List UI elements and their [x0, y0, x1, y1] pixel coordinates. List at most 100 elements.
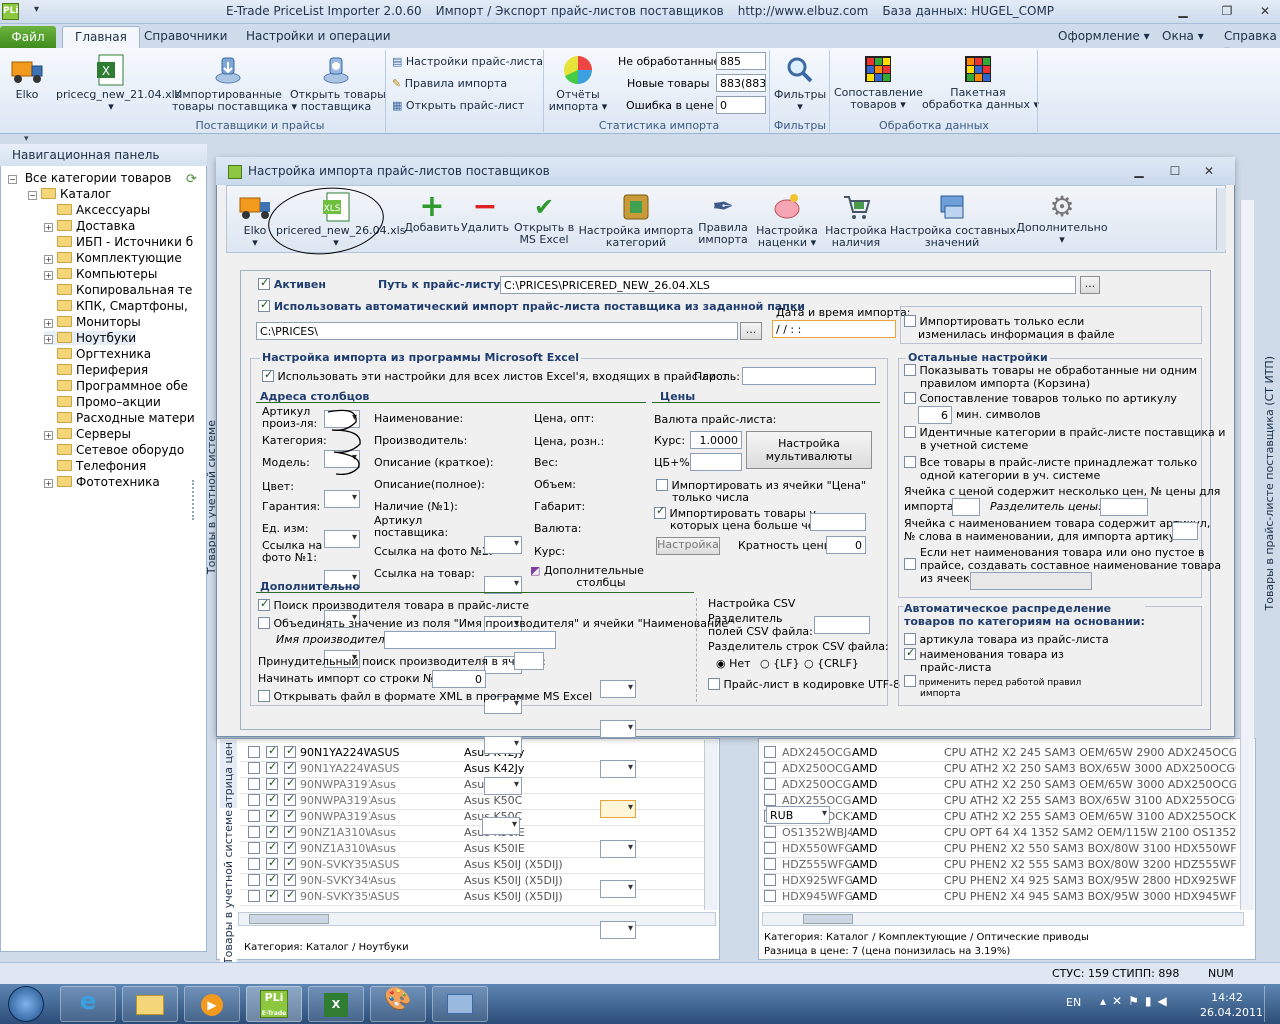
- identical-categories-checkbox[interactable]: Идентичные категории в прайс-листе поста…: [904, 426, 1225, 452]
- tb-more-button[interactable]: ⚙ Дополнительно ▾: [1016, 192, 1108, 246]
- price-number-input[interactable]: [952, 498, 980, 516]
- price-greater-input[interactable]: [810, 513, 866, 531]
- start-row-input[interactable]: 0: [432, 670, 486, 688]
- path-browse-button[interactable]: ...: [1080, 276, 1100, 294]
- price-delim-input[interactable]: [1100, 498, 1148, 516]
- taskbar-pli-icon[interactable]: PLi E-Trade: [246, 986, 302, 1022]
- tab-file[interactable]: Файл: [0, 26, 56, 48]
- use-all-sheets-checkbox[interactable]: Использовать эти настройки для всех лист…: [262, 368, 728, 383]
- language-indicator[interactable]: EN: [1066, 996, 1081, 1009]
- tb-add-button[interactable]: + Добавить: [404, 192, 460, 234]
- dialog-close-icon[interactable]: ✕: [1198, 163, 1220, 179]
- tb-markup-button[interactable]: Настройка наценки ▾: [754, 192, 820, 249]
- multicurrency-button[interactable]: Настройка мультивалюты: [746, 431, 872, 469]
- only-if-changed-checkbox[interactable]: Импортировать только если изменилась инфо…: [904, 315, 1115, 341]
- tray-icons[interactable]: ▴✕⚑▮◀: [1100, 994, 1173, 1008]
- show-desktop-button[interactable]: [1264, 986, 1278, 1022]
- only-numbers-checkbox[interactable]: Импортировать из ячейки "Цена" только чис…: [656, 479, 866, 504]
- taskbar-excel-icon[interactable]: X: [308, 986, 364, 1022]
- table-row[interactable]: HDX925WFGIEAMDCPU PHEN2 X4 925 SAM3 BOX/…: [762, 874, 1238, 890]
- composite-name-checkbox[interactable]: Если нет наименования товара или оно пус…: [904, 546, 1221, 585]
- one-category-checkbox[interactable]: Все товары в прайс-листе принадлежат тол…: [904, 456, 1197, 482]
- table-row[interactable]: ADX245OCGQAMDCPU ATH2 X2 245 SAM3 OEM/65…: [762, 746, 1238, 762]
- close-icon[interactable]: ✕: [1254, 3, 1276, 19]
- open-goods-button[interactable]: Открыть товары поставщика: [290, 54, 386, 113]
- side-tab-supplier-pl[interactable]: Товары в прайс-листе поставщика (СТ ИТП): [1263, 356, 1276, 611]
- tree-item[interactable]: Промо–акции: [44, 395, 161, 409]
- tree-item[interactable]: Расходные матери: [44, 411, 195, 425]
- multiplicity-input[interactable]: 0: [826, 536, 866, 554]
- tree-item[interactable]: Сетевое оборудо: [44, 443, 184, 457]
- extra-columns-button[interactable]: ◩ Дополнительные столбцы: [530, 565, 644, 589]
- dialog-maximize-icon[interactable]: ☐: [1164, 163, 1186, 179]
- qat-dropdown-icon[interactable]: ▾: [34, 4, 39, 15]
- left-hscrollbar[interactable]: [238, 912, 716, 926]
- right-vscrollbar[interactable]: [1240, 200, 1254, 910]
- tree-item[interactable]: Периферия: [44, 363, 148, 377]
- taskbar-paint-icon[interactable]: 🎨: [370, 986, 426, 1022]
- composite-cells-input[interactable]: [970, 572, 1092, 590]
- utf8-checkbox[interactable]: Прайс-лист в кодировке UTF-8: [708, 678, 900, 691]
- price-greater-checkbox[interactable]: Импортировать товары укоторых цена больш…: [654, 505, 827, 532]
- auto-import-checkbox[interactable]: Использовать автоматический импорт прайс…: [258, 298, 805, 313]
- table-row[interactable]: ADX250OCGQAMDCPU ATH2 X2 250 SAM3 BOX/65…: [762, 762, 1238, 778]
- volume-combo[interactable]: [600, 800, 636, 818]
- tab-main[interactable]: Главная: [62, 26, 140, 48]
- table-row[interactable]: ADX255OCK23AMDCPU ATH2 X2 255 SAM3 OEM/6…: [762, 810, 1238, 826]
- csv-none-radio[interactable]: ◉ Нет: [716, 657, 751, 670]
- splitter-handle[interactable]: [192, 480, 198, 520]
- producer-name-input[interactable]: [384, 631, 556, 649]
- tree-item[interactable]: + Ноутбуки: [44, 331, 137, 345]
- currency-col-combo[interactable]: [600, 880, 636, 898]
- tree-item[interactable]: Аксессуары: [44, 203, 150, 217]
- tree-item[interactable]: Телефония: [44, 459, 146, 473]
- restore-icon[interactable]: ❐: [1216, 3, 1238, 19]
- csv-lf-radio[interactable]: ○ {LF}: [760, 657, 800, 670]
- table-row[interactable]: HDX945WFGMAMDCPU PHEN2 X4 945 SAM3 BOX/9…: [762, 890, 1238, 906]
- tab-settings[interactable]: Настройки и операции: [246, 29, 391, 43]
- csv-delim-input[interactable]: [814, 616, 870, 634]
- tree-item[interactable]: + Фототехника: [44, 475, 160, 489]
- path-input[interactable]: C:\PRICES\PRICERED_NEW_26.04.XLS: [500, 276, 1076, 294]
- tb-rules-button[interactable]: ✒ Правила импорта: [696, 192, 750, 246]
- refresh-icon[interactable]: ⟳: [186, 172, 197, 187]
- tree-item[interactable]: + Компьютеры: [44, 267, 157, 281]
- rate-col-combo[interactable]: [600, 921, 636, 939]
- rate-input[interactable]: 1.0000: [690, 431, 742, 449]
- tab-refs[interactable]: Справочники: [144, 29, 227, 43]
- word-number-input[interactable]: [1172, 522, 1198, 540]
- link-combo[interactable]: [482, 817, 520, 835]
- left-vscrollbar[interactable]: [704, 740, 718, 910]
- name-combo[interactable]: [484, 536, 522, 554]
- start-button[interactable]: [8, 986, 44, 1022]
- password-input[interactable]: [742, 367, 876, 385]
- dialog-minimize-icon[interactable]: ▁: [1128, 163, 1150, 179]
- taskbar-explorer-icon[interactable]: [122, 986, 178, 1022]
- photo2-combo[interactable]: [484, 777, 522, 795]
- clock[interactable]: 14:42 26.04.2011: [1200, 990, 1263, 1020]
- dist-by-article-checkbox[interactable]: артикула товара из прайс-листа: [904, 633, 1109, 646]
- xml-checkbox[interactable]: Открывать файл в формате XML в программе…: [258, 690, 592, 703]
- menu-window[interactable]: Окна ▾: [1162, 29, 1204, 43]
- weight-combo[interactable]: [600, 760, 636, 778]
- taskbar-control-panel-icon[interactable]: [432, 986, 488, 1022]
- price-opt-combo[interactable]: [600, 680, 636, 698]
- app-icon[interactable]: PLi: [2, 3, 19, 20]
- tree-item[interactable]: + Серверы: [44, 427, 131, 441]
- currency-select[interactable]: RUB: [766, 806, 830, 824]
- table-row[interactable]: ADX255OCGQAMDCPU ATH2 X2 255 SAM3 BOX/65…: [762, 794, 1238, 810]
- supplier-article-combo[interactable]: [484, 736, 522, 754]
- tree-item[interactable]: ИБП - Источники б: [44, 235, 193, 249]
- right-hscrollbar[interactable]: [762, 912, 1244, 926]
- taskbar-media-icon[interactable]: ▶: [184, 986, 240, 1022]
- article-only-checkbox[interactable]: Сопоставление товаров только по артикулу: [904, 392, 1177, 405]
- tb-category-import-button[interactable]: Настройка импорта категорий: [578, 192, 694, 249]
- imported-goods-button[interactable]: Импортированныетовары поставщика ▾: [172, 54, 297, 113]
- tree-item[interactable]: Копировальная те: [44, 283, 192, 297]
- tree-item[interactable]: КПК, Смартфоны,: [44, 299, 188, 313]
- table-row[interactable]: OS1352WBJ4BAMDCPU OPT 64 X4 1352 SAM2 OE…: [762, 826, 1238, 842]
- tree-all[interactable]: − Все категории товаров: [8, 171, 171, 185]
- tree-item[interactable]: + Доставка: [44, 219, 135, 233]
- tb-composite-button[interactable]: Настройка составных значений: [890, 192, 1016, 249]
- merge-producer-checkbox[interactable]: Объединять значение из поля "Имя произво…: [258, 617, 733, 630]
